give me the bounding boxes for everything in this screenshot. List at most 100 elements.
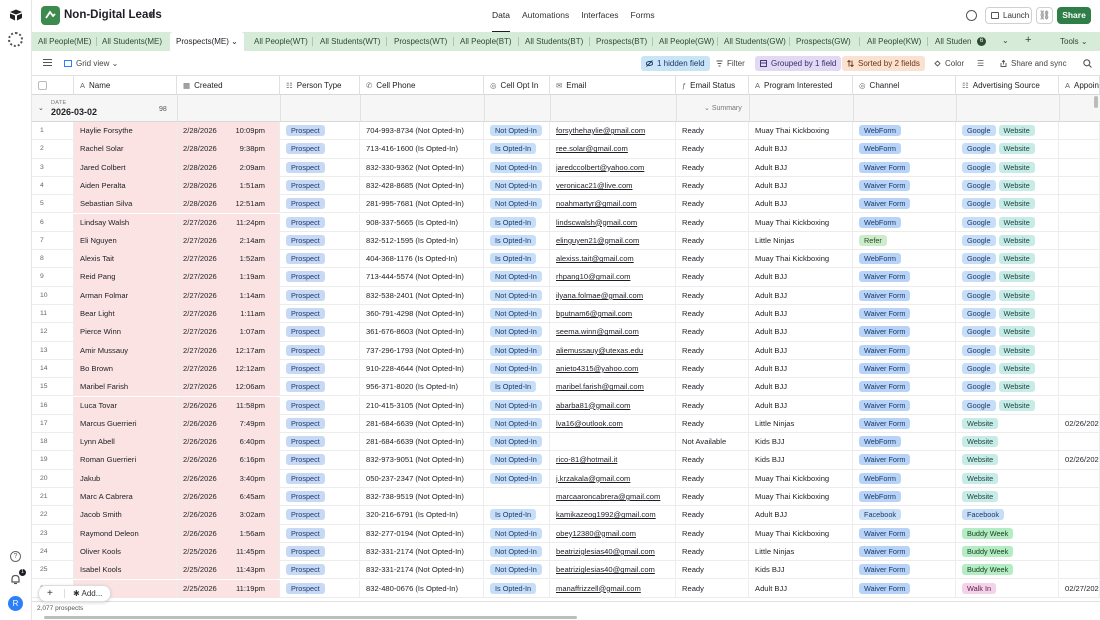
table-row[interactable]: 10 Arman Folmar 2/27/2026 1:14am Prospect 832…: [32, 286, 1100, 305]
cell-email[interactable]: obey12380@gmail.com: [550, 524, 676, 543]
cell-program[interactable]: Kids BJJ: [749, 433, 853, 452]
hidden-fields-button[interactable]: 1 hidden field: [641, 56, 710, 71]
cell-email[interactable]: bputnam6@gmail.com: [550, 305, 676, 324]
cell-person-type[interactable]: Prospect: [280, 469, 360, 488]
cell-email[interactable]: rhpang10@gmail.com: [550, 268, 676, 287]
cell-person-type[interactable]: Prospect: [280, 524, 360, 543]
cell-email[interactable]: ree.solar@gmail.com: [550, 140, 676, 159]
table-row[interactable]: 3 Jared Colbert 2/28/2026 2:09am Prospect 832…: [32, 158, 1100, 177]
help-icon[interactable]: ?: [10, 551, 21, 562]
email-link[interactable]: abarba81@gmail.com: [556, 401, 630, 410]
cell-phone[interactable]: 832-480-0676 (Is Opted-In): [360, 579, 484, 598]
table-row[interactable]: 7 Eli Nguyen 2/27/2026 2:14am Prospect 832-51…: [32, 231, 1100, 251]
cell-created[interactable]: 2/27/2026 1:07am: [177, 323, 280, 342]
cell-appointment[interactable]: [1059, 268, 1100, 287]
cell-person-type[interactable]: Prospect: [280, 542, 360, 562]
add-more-button[interactable]: ✱ Add...: [73, 586, 102, 601]
cell-name[interactable]: Jakub: [74, 469, 177, 488]
horizontal-scrollbar[interactable]: [44, 616, 577, 619]
cell-email[interactable]: marcaaroncabrera@gmail.com: [550, 488, 676, 507]
cell-name[interactable]: Reid Pang: [74, 268, 177, 287]
cell-appointment[interactable]: [1059, 323, 1100, 342]
cell-name[interactable]: Marcus Guerrieri: [74, 414, 177, 434]
cell-email-status[interactable]: Ready: [676, 451, 749, 470]
cell-email-status[interactable]: Ready: [676, 305, 749, 324]
cell-program[interactable]: Adult BJJ: [749, 305, 853, 324]
collapse-group-chevron-icon[interactable]: ⌄: [38, 104, 44, 112]
cell-email[interactable]: abarba81@gmail.com: [550, 396, 676, 415]
cell-email[interactable]: seema.winn@gmail.com: [550, 323, 676, 342]
cell-opt-in[interactable]: Not Opted-In: [484, 414, 550, 434]
nav-interfaces[interactable]: Interfaces: [581, 10, 618, 20]
base-icon[interactable]: [41, 6, 60, 25]
cell-opt-in[interactable]: Is Opted-In: [484, 250, 550, 269]
row-number[interactable]: 1: [32, 122, 74, 141]
cell-channel[interactable]: Waiver Form: [853, 579, 956, 598]
cell-phone[interactable]: 908-337-5665 (Is Opted-In): [360, 213, 484, 232]
cell-program[interactable]: Little Ninjas: [749, 542, 853, 562]
cell-person-type[interactable]: Prospect: [280, 286, 360, 305]
cell-opt-in[interactable]: Not Opted-In: [484, 542, 550, 562]
cell-email[interactable]: beatriziglesias40@gmail.com: [550, 542, 676, 562]
cell-email-status[interactable]: Ready: [676, 323, 749, 342]
cell-email[interactable]: manaffrizzell@gmail.com: [550, 579, 676, 598]
select-all-checkbox[interactable]: [38, 81, 47, 91]
tab-all-students-me[interactable]: All Students(ME): [102, 32, 162, 51]
cell-advertising-source[interactable]: Website: [956, 433, 1059, 452]
cell-advertising-source[interactable]: Website: [956, 469, 1059, 488]
search-icon[interactable]: [1083, 59, 1092, 68]
cell-advertising-source[interactable]: Facebook: [956, 506, 1059, 525]
cell-program[interactable]: Adult BJJ: [749, 268, 853, 287]
cell-name[interactable]: Roman Guerrieri: [74, 451, 177, 470]
cell-appointment[interactable]: [1059, 378, 1100, 397]
tab-prospects-bt[interactable]: Prospects(BT): [596, 32, 647, 51]
email-link[interactable]: rhpang10@gmail.com: [556, 272, 630, 281]
cell-phone[interactable]: 704-993-8734 (Not Opted-In): [360, 122, 484, 141]
cell-email[interactable]: beatriziglesias40@gmail.com: [550, 561, 676, 580]
cell-email-status[interactable]: Ready: [676, 176, 749, 196]
cell-created[interactable]: 2/27/2026 12:17am: [177, 341, 280, 360]
cell-appointment[interactable]: [1059, 158, 1100, 177]
row-number[interactable]: 10: [32, 286, 74, 305]
cell-program[interactable]: Adult BJJ: [749, 195, 853, 214]
vertical-scrollbar[interactable]: [1094, 96, 1098, 108]
cell-created[interactable]: 2/26/2026 11:58pm: [177, 396, 280, 415]
cell-person-type[interactable]: Prospect: [280, 579, 360, 598]
cell-channel[interactable]: Waiver Form: [853, 195, 956, 214]
cell-name[interactable]: Lindsay Walsh: [74, 213, 177, 232]
cell-advertising-source[interactable]: Google Website: [956, 359, 1059, 379]
cell-person-type[interactable]: Prospect: [280, 506, 360, 525]
tab-all-students-gw[interactable]: All Students(GW): [724, 32, 786, 51]
table-row[interactable]: 15 Maribel Farish 2/27/2026 12:06am Prospect…: [32, 378, 1100, 397]
cell-channel[interactable]: Waiver Form: [853, 524, 956, 543]
cell-created[interactable]: 2/28/2026 10:09pm: [177, 122, 280, 141]
cell-channel[interactable]: Waiver Form: [853, 305, 956, 324]
table-row[interactable]: 24 Oliver Kools 2/25/2026 11:45pm Prospect 83…: [32, 542, 1100, 562]
table-row[interactable]: 16 Luca Tovar 2/26/2026 11:58pm Prospect 210-…: [32, 396, 1100, 415]
cell-channel[interactable]: WebForm: [853, 469, 956, 488]
table-row[interactable]: 23 Raymond Deleon 2/26/2026 1:56am Prospect 8…: [32, 524, 1100, 543]
row-number[interactable]: 19: [32, 451, 74, 470]
cell-channel[interactable]: WebForm: [853, 433, 956, 452]
cell-opt-in[interactable]: Not Opted-In: [484, 561, 550, 580]
cell-created[interactable]: 2/28/2026 9:38pm: [177, 140, 280, 159]
column-header-person-type[interactable]: ☷ Person Type: [280, 76, 360, 95]
table-row[interactable]: 1 Haylie Forsythe 2/28/2026 10:09pm Prospect…: [32, 122, 1100, 141]
cell-advertising-source[interactable]: Google Website: [956, 158, 1059, 177]
row-number[interactable]: 8: [32, 250, 74, 269]
cell-appointment[interactable]: [1059, 561, 1100, 580]
cell-phone[interactable]: 713-416-1600 (Is Opted-In): [360, 140, 484, 159]
cell-channel[interactable]: Facebook: [853, 506, 956, 525]
cell-advertising-source[interactable]: Buddy Week: [956, 524, 1059, 543]
cell-created[interactable]: 2/27/2026 1:19am: [177, 268, 280, 287]
cell-name[interactable]: Jacob Smith: [74, 506, 177, 525]
table-row[interactable]: 4 Aiden Peralta 2/28/2026 1:51am Prospect 832…: [32, 176, 1100, 196]
cell-name[interactable]: Pierce Winn: [74, 323, 177, 342]
cell-advertising-source[interactable]: Google Website: [956, 176, 1059, 196]
row-number[interactable]: 16: [32, 396, 74, 415]
cell-email-status[interactable]: Not Available: [676, 433, 749, 452]
row-number[interactable]: 12: [32, 323, 74, 342]
cell-advertising-source[interactable]: Google Website: [956, 195, 1059, 214]
cell-appointment[interactable]: [1059, 341, 1100, 360]
color-button[interactable]: Color: [929, 56, 969, 71]
